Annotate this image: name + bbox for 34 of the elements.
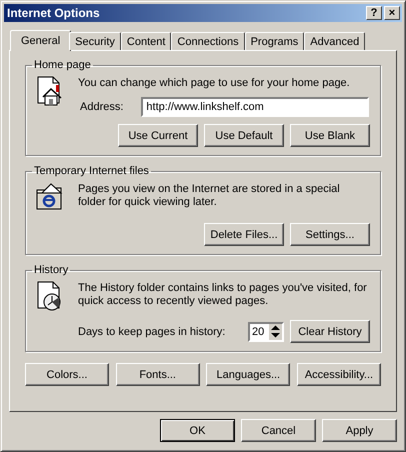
button[interactable]: Use Current — [118, 124, 198, 147]
tab[interactable]: Content — [120, 32, 172, 50]
description-text: Pages you view on the Internet are stored in a special folder for quick viewing later. — [78, 182, 341, 209]
up-arrow-icon — [271, 325, 280, 330]
tab[interactable]: Programs — [244, 32, 304, 50]
tab[interactable]: Connections — [171, 32, 245, 50]
button[interactable]: Fonts... — [116, 363, 200, 386]
group-title: Temporary Internet files — [33, 165, 150, 177]
group-title: Home page — [33, 59, 92, 71]
button[interactable]: OK — [160, 419, 235, 442]
tab[interactable]: General — [10, 30, 72, 51]
description-text: The History folder contains links to pages you've visited, for quick access to recently viewed pages. — [78, 281, 368, 308]
down-arrow-icon — [271, 333, 280, 338]
button[interactable]: Settings... — [290, 223, 370, 246]
button[interactable]: Use Blank — [290, 124, 370, 147]
button[interactable]: Apply — [322, 419, 397, 442]
close-button[interactable]: × — [384, 6, 400, 20]
button[interactable]: Accessibility... — [296, 363, 381, 386]
description-text: You can change which page to use for your home page. — [78, 76, 351, 90]
button[interactable]: Use Default — [204, 124, 284, 147]
button[interactable]: Clear History — [290, 320, 370, 343]
tab[interactable]: Security — [69, 32, 121, 50]
button[interactable]: Delete Files... — [204, 223, 284, 246]
days-spinner[interactable]: 20 — [248, 322, 284, 342]
help-button[interactable]: ? — [366, 6, 382, 20]
button[interactable]: Colors... — [25, 363, 109, 386]
days-label: Days to keep pages in history: — [78, 326, 226, 338]
address-field[interactable]: http://www.linkshelf.com — [141, 97, 370, 117]
address-label: Address: — [80, 101, 124, 113]
button[interactable]: Languages... — [206, 363, 290, 386]
tab[interactable]: Advanced — [304, 32, 366, 50]
button[interactable]: Cancel — [241, 419, 316, 442]
group-title: History — [33, 264, 70, 276]
window-title: Internet Options — [7, 6, 100, 20]
